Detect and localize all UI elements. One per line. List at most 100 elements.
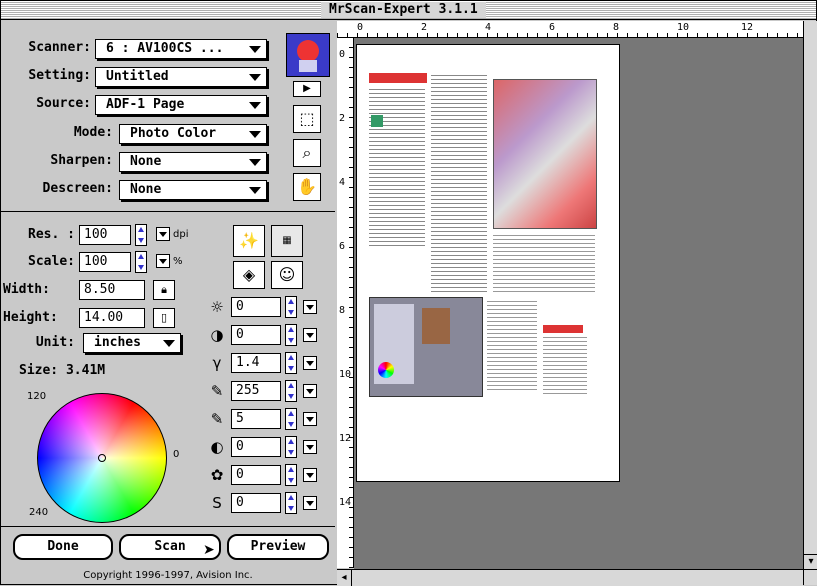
sharpen-value: None [130,154,162,169]
height-input[interactable]: 14.00 [79,308,145,328]
color-wheel-center[interactable] [98,454,106,462]
title-bar[interactable]: MrScan-Expert 3.1.1 [1,1,816,20]
vertical-scrollbar[interactable]: ▾ [803,21,817,569]
page-text-column [431,75,487,295]
ruler-top-label: 12 [741,22,754,33]
scale-stepper[interactable] [135,251,147,273]
adjustment-menu[interactable] [303,356,317,370]
done-button[interactable]: Done [13,534,113,560]
adjustment-menu[interactable] [303,300,317,314]
adjustment-input[interactable]: 0 [231,465,281,485]
page-text-column [493,235,595,295]
auto-adjust-icon[interactable]: ◈ [233,261,265,289]
res-stepper[interactable] [135,224,147,246]
ruler-left-label: 8 [339,305,346,316]
shadow-eyedropper-icon: ✎ [210,410,224,428]
scale-input[interactable]: 100 [79,252,131,272]
lock-icon[interactable]: 🔒︎ [153,280,175,300]
preview-button[interactable]: Preview [227,534,329,560]
ruler-top-label: 8 [613,22,620,33]
adjustment-input[interactable]: 0 [231,493,281,513]
adjustment-input[interactable]: 5 [231,409,281,429]
adjustment-input[interactable]: 0 [231,325,281,345]
source-label: Source: [36,96,91,111]
wheel-label-0: 0 [173,449,180,460]
res-unit: dpi [173,229,189,240]
size-readout: Size: 3.41M [19,363,106,378]
descreen-label: Descreen: [42,181,113,196]
adjustment-stepper[interactable] [285,324,297,346]
sharpen-select[interactable]: None [119,152,267,172]
chevron-down-icon [249,131,261,138]
adjustment-input[interactable]: 0 [231,297,281,317]
midtone-icon: ◐ [210,438,224,456]
ruler-left-label: 10 [339,369,352,380]
preview-page[interactable] [356,44,620,482]
section-divider [1,211,335,212]
hand-tool-icon[interactable]: ✋ [293,173,321,201]
copyright-text: Copyright 1996-1997, Avision Inc. [83,570,253,581]
unit-select[interactable]: inches [83,333,181,353]
setting-label: Setting: [28,68,91,83]
adjustment-menu[interactable] [303,496,317,510]
brightness-icon: ☼ [210,298,224,316]
adjustment-menu[interactable] [303,328,317,342]
scanner-value: 6 : AV100CS ... [106,41,224,56]
scale-unit-select[interactable] [156,254,170,268]
res-unit-select[interactable] [156,227,170,241]
ruler-top-label: 0 [357,22,364,33]
magic-wand-icon[interactable]: ✨ [233,225,265,257]
contrast-icon: ◑ [210,326,224,344]
ruler-left-label: 12 [339,433,352,444]
play-icon[interactable]: ▶ [293,81,321,97]
adjustment-input[interactable]: 255 [231,381,281,401]
ruler-left-label: 2 [339,113,346,124]
height-label: Height: [3,310,58,325]
smiley-icon[interactable]: ☺ [271,261,303,289]
adjustment-menu[interactable] [303,468,317,482]
highlight-eyedropper-icon: ✎ [210,382,224,400]
scroll-left-icon[interactable]: ◂ [337,570,352,586]
width-input[interactable]: 8.50 [79,280,145,300]
ruler-top-label: 10 [677,22,690,33]
horizontal-scrollbar[interactable]: ◂ [337,569,803,586]
preview-canvas[interactable] [354,38,803,569]
unit-label: Unit: [35,335,75,350]
adjustment-stepper[interactable] [285,408,297,430]
adjustment-stepper[interactable] [285,492,297,514]
descreen-select[interactable]: None [119,180,267,200]
adjustment-menu[interactable] [303,440,317,454]
mode-select[interactable]: Photo Color [119,124,267,144]
adjustment-stepper[interactable] [285,464,297,486]
adjustment-input[interactable]: 1.4 [231,353,281,373]
resize-grip-icon[interactable] [803,569,817,585]
page-headline-shape [369,73,427,83]
scanner-select[interactable]: 6 : AV100CS ... [95,39,267,59]
zoom-tool-icon[interactable]: ⌕ [293,139,321,167]
scale-unit: % [173,256,183,267]
color-wheel[interactable] [37,393,167,523]
horizontal-ruler [337,21,803,38]
scroll-down-icon[interactable]: ▾ [804,554,817,569]
ruler-left-label: 14 [339,497,352,508]
marquee-tool-icon[interactable]: ⬚ [293,105,321,133]
chevron-down-icon [249,159,261,166]
adjustment-input[interactable]: 0 [231,437,281,457]
unit-value: inches [94,335,141,350]
adjustment-stepper[interactable] [285,380,297,402]
adjustment-menu[interactable] [303,412,317,426]
page-size-icon[interactable]: ▯ [153,308,175,328]
descreen-value: None [130,182,162,197]
grid-icon[interactable]: ▦ [271,225,303,257]
source-select[interactable]: ADF-1 Page [95,95,267,115]
chevron-down-icon [249,102,261,109]
scale-label: Scale: [28,254,75,269]
setting-select[interactable]: Untitled [95,67,267,87]
ruler-left-label: 0 [339,49,346,60]
adjustment-stepper[interactable] [285,436,297,458]
adjustment-stepper[interactable] [285,296,297,318]
mode-label: Mode: [73,125,113,140]
res-input[interactable]: 100 [79,225,131,245]
adjustment-stepper[interactable] [285,352,297,374]
adjustment-menu[interactable] [303,384,317,398]
